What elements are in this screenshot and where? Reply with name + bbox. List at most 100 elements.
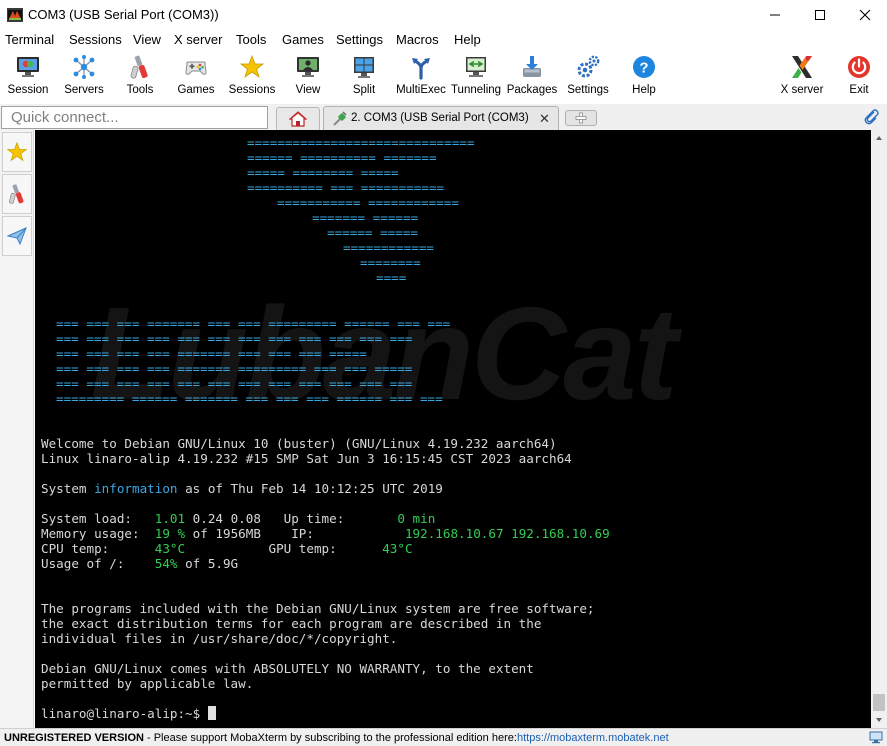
help-question-icon: ? xyxy=(630,53,658,81)
terminal-cursor xyxy=(207,706,216,720)
uptime-value: 0 min xyxy=(397,511,436,526)
home-icon xyxy=(289,111,307,127)
banner-row: ========== === =========== xyxy=(247,180,445,195)
tab-com3-session[interactable]: 2. COM3 (USB Serial Port (COM3)) ✕ xyxy=(323,106,559,130)
tunneling-icon xyxy=(462,53,490,81)
logo-row: === === === === === === === === === === … xyxy=(56,376,413,391)
side-tools-button[interactable] xyxy=(2,174,32,214)
menu-terminal[interactable]: Terminal xyxy=(5,32,54,47)
tools-icon xyxy=(9,184,24,204)
monitor-icon[interactable] xyxy=(869,731,883,746)
banner-row: ====== ===== xyxy=(327,225,418,240)
toolbar: Session Servers Tools Games Sessions Vie… xyxy=(0,50,887,104)
menu-settings[interactable]: Settings xyxy=(336,32,383,47)
toolbar-tunneling-button[interactable]: Tunneling xyxy=(450,50,502,104)
information-word: information xyxy=(94,481,178,496)
load-value: 1.01 xyxy=(154,511,186,526)
tab-label: 2. COM3 (USB Serial Port (COM3)) xyxy=(351,112,529,124)
logo-row: === === === ======= === === ========= ==… xyxy=(56,316,451,331)
side-sessions-button[interactable] xyxy=(2,132,32,172)
menu-view[interactable]: View xyxy=(133,32,161,47)
toolbar-servers-button[interactable]: Servers xyxy=(60,50,108,104)
paperclip-icon[interactable] xyxy=(862,108,880,129)
toolbar-sessions-button[interactable]: Sessions xyxy=(229,50,275,104)
terminal-scrollbar[interactable] xyxy=(871,130,887,728)
terminal-line-kernel: Linux linaro-alip 4.19.232 #15 SMP Sat J… xyxy=(41,451,572,466)
tools-icon xyxy=(126,53,154,81)
banner-row: ==== xyxy=(376,270,407,285)
toolbar-help-button[interactable]: ? Help xyxy=(628,50,660,104)
mobaxterm-app-icon xyxy=(7,7,23,23)
terminal-screen[interactable]: LubanCat ============================== … xyxy=(35,130,871,728)
toolbar-tools-button[interactable]: Tools xyxy=(120,50,160,104)
servers-network-icon xyxy=(70,53,98,81)
banner-row: ======== xyxy=(360,255,421,270)
toolbar-exit-button[interactable]: Exit xyxy=(843,50,875,104)
banner-row: ====== ========== ======= xyxy=(247,150,437,165)
terminal-line-warranty-1: Debian GNU/Linux comes with ABSOLUTELY N… xyxy=(41,661,534,676)
toolbar-games-button[interactable]: Games xyxy=(175,50,217,104)
toolbar-settings-button[interactable]: Settings xyxy=(564,50,612,104)
gamepad-icon xyxy=(182,53,210,81)
svg-text:?: ? xyxy=(639,60,648,77)
terminal-line-license-3: individual files in /usr/share/doc/*/cop… xyxy=(41,631,398,646)
toolbar-xserver-button[interactable]: X server xyxy=(778,50,826,104)
mobatek-link[interactable]: https://mobaxterm.mobatek.net xyxy=(517,732,669,744)
logo-row: === === === === ======= === === === ====… xyxy=(56,346,367,361)
chevron-down-icon xyxy=(876,718,882,722)
menu-macros[interactable]: Macros xyxy=(396,32,439,47)
logo-row: === === === === ======= ========= === ==… xyxy=(56,361,413,376)
tab-row: 2. COM3 (USB Serial Port (COM3)) ✕ xyxy=(0,104,887,130)
star-icon xyxy=(238,53,266,81)
toolbar-packages-button[interactable]: Packages xyxy=(506,50,558,104)
gpu-temp-value: 43°C xyxy=(382,541,413,556)
tab-close-icon[interactable]: ✕ xyxy=(539,111,550,127)
logo-row: ========= ====== ======= === === === ===… xyxy=(56,391,443,406)
terminal-line-load: System load: 1.01 0.24 0.08 Up time: 0 m… xyxy=(41,511,436,526)
unregistered-label: UNREGISTERED VERSION xyxy=(4,732,144,744)
support-message: - Please support MobaXterm by subscribin… xyxy=(147,732,517,744)
terminal-line-memory: Memory usage: 19 % of 1956MB IP: 192.168… xyxy=(41,526,610,541)
minimize-button[interactable] xyxy=(752,0,797,30)
terminal-line-license-2: the exact distribution terms for each pr… xyxy=(41,616,542,631)
menu-help[interactable]: Help xyxy=(454,32,481,47)
side-panel xyxy=(0,130,34,728)
window-title: COM3 (USB Serial Port (COM3)) xyxy=(28,7,219,22)
banner-row: ============================== xyxy=(247,135,475,150)
terminal-line-warranty-2: permitted by applicable law. xyxy=(41,676,254,691)
cpu-temp-value: 43°C xyxy=(154,541,186,556)
scroll-thumb[interactable] xyxy=(873,694,885,711)
usage-value: 54% xyxy=(154,556,178,571)
scroll-down-button[interactable] xyxy=(871,712,887,728)
power-exit-icon xyxy=(845,53,873,81)
terminal-line-sysinfo: System information as of Thu Feb 14 10:1… xyxy=(41,481,443,496)
scroll-up-button[interactable] xyxy=(871,130,887,146)
gears-icon xyxy=(574,53,602,81)
toolbar-session-button[interactable]: Session xyxy=(5,50,51,104)
toolbar-view-button[interactable]: View xyxy=(292,50,324,104)
toolbar-multiexec-button[interactable]: MultiExec xyxy=(395,50,447,104)
banner-row: =========== ============ xyxy=(277,195,459,210)
banner-row: ===== ======== ===== xyxy=(247,165,399,180)
menu-games[interactable]: Games xyxy=(282,32,324,47)
toolbar-split-button[interactable]: Split xyxy=(348,50,380,104)
quick-connect-input[interactable] xyxy=(1,106,268,129)
new-tab-button[interactable] xyxy=(565,110,597,126)
title-bar: COM3 (USB Serial Port (COM3)) xyxy=(0,0,887,30)
terminal-prompt[interactable]: linaro@linaro-alip:~$ xyxy=(41,706,216,721)
serial-plug-icon xyxy=(332,111,348,130)
terminal-line-temp: CPU temp: 43°C GPU temp: 43°C xyxy=(41,541,413,556)
menu-tools[interactable]: Tools xyxy=(236,32,266,47)
banner-row: ============ xyxy=(343,240,434,255)
close-button[interactable] xyxy=(842,0,887,30)
multiexec-fork-icon xyxy=(407,53,435,81)
ascii-banner: ============================== ====== ==… xyxy=(56,135,475,406)
side-macros-button[interactable] xyxy=(2,216,32,256)
home-tab[interactable] xyxy=(276,107,320,130)
menu-x-server[interactable]: X server xyxy=(174,32,222,47)
chevron-up-icon xyxy=(876,136,882,140)
ip-value: 192.168.10.67 192.168.10.69 xyxy=(404,526,610,541)
x-server-icon xyxy=(788,53,816,81)
menu-sessions[interactable]: Sessions xyxy=(69,32,122,47)
maximize-button[interactable] xyxy=(797,0,842,30)
